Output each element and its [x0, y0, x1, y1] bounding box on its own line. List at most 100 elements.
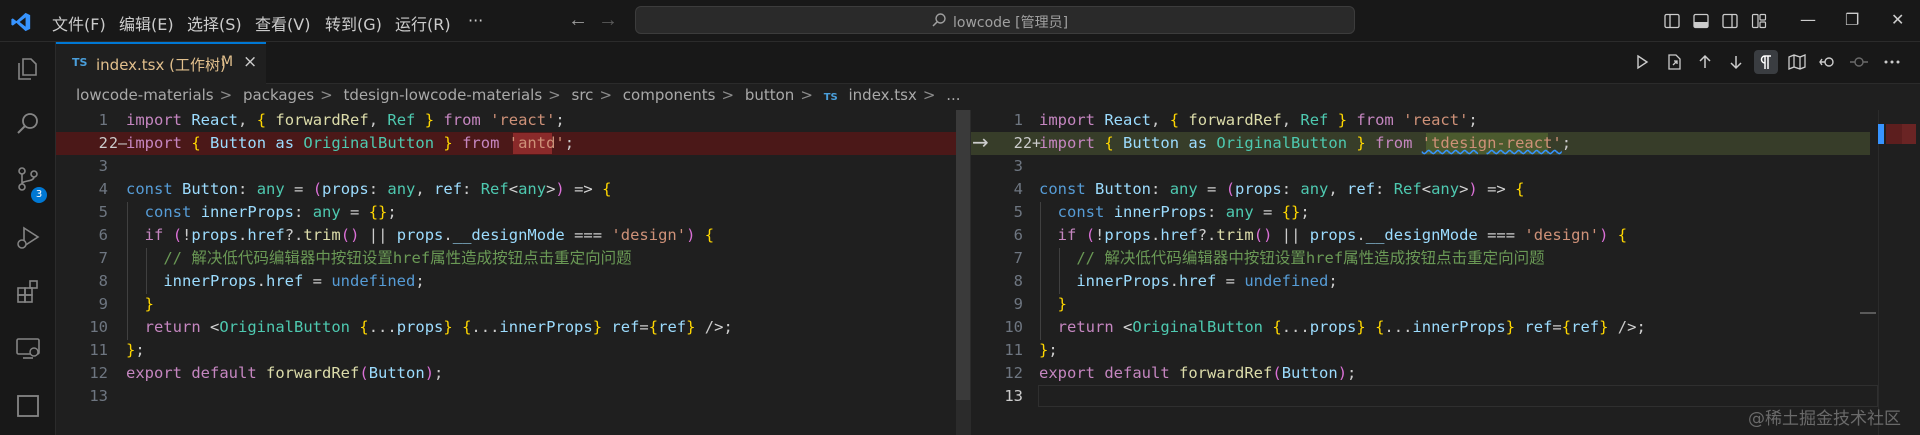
breadcrumb-item[interactable]: lowcode-materials	[76, 86, 214, 104]
code-line: // 解决低代码编辑器中按钮设置href属性造成按钮点击重定向问题	[1076, 249, 1545, 267]
restore-icon[interactable]: ❐	[1845, 10, 1859, 29]
map-icon[interactable]	[1787, 52, 1807, 72]
code-line: import React, { forwardRef, Ref } from '…	[1039, 111, 1478, 129]
code-line: const innerProps: any = {};	[1057, 203, 1310, 221]
overview-ruler-mark	[1860, 312, 1876, 314]
breadcrumb-item[interactable]: components	[623, 86, 716, 104]
minimize-icon[interactable]: —	[1800, 10, 1816, 29]
line-number: 13	[1004, 387, 1023, 405]
extensions-icon[interactable]	[14, 278, 42, 306]
breadcrumb-separator: >	[800, 86, 813, 104]
line-number: 5	[98, 203, 108, 221]
line-number: 1	[98, 111, 108, 129]
run-debug-icon[interactable]	[14, 224, 42, 252]
menu-edit[interactable]: 编辑(E)	[119, 11, 174, 35]
code-line: const Button: any = (props: any, ref: Re…	[1039, 180, 1525, 198]
overview-ruler-deleted	[1902, 124, 1916, 144]
line-number: 3	[1013, 157, 1023, 175]
line-number: 10	[1004, 318, 1023, 336]
remote-explorer-icon[interactable]	[14, 334, 42, 362]
breadcrumb: lowcode-materials > packages > tdesign-low…	[76, 86, 967, 108]
line-number: 8	[1013, 272, 1023, 290]
run-icon[interactable]	[1632, 52, 1652, 72]
menu-more[interactable]: ···	[468, 11, 483, 30]
right-scrollbar[interactable]	[1878, 110, 1920, 435]
breadcrumb-item[interactable]: packages	[243, 86, 314, 104]
code-line: innerProps.href = undefined;	[1076, 272, 1338, 290]
breadcrumb-tail[interactable]: ...	[946, 86, 960, 104]
menu-goto[interactable]: 转到(G)	[325, 11, 382, 35]
toggle-panel-icon[interactable]	[1692, 12, 1710, 30]
typescript-file-icon: TS	[72, 56, 88, 69]
tab-modified-status: M	[221, 54, 234, 70]
code-line: export default forwardRef(Button);	[1039, 364, 1357, 382]
line-number: 8	[98, 272, 108, 290]
left-scrollbar-thumb[interactable]	[956, 110, 970, 400]
line-number: 12	[89, 364, 108, 382]
search-view-icon[interactable]	[14, 110, 42, 138]
forward-arrow-icon[interactable]: →	[598, 9, 618, 32]
code-line: innerProps.href = undefined;	[163, 272, 425, 290]
typescript-file-icon: TS	[823, 92, 838, 103]
code-line: const innerProps: any = {};	[144, 203, 397, 221]
stage-change-icon[interactable]	[1849, 52, 1869, 72]
previous-change-icon[interactable]	[1695, 52, 1715, 72]
explorer-icon[interactable]	[14, 55, 42, 83]
breadcrumb-separator: >	[548, 86, 561, 104]
customize-layout-icon[interactable]	[1750, 12, 1768, 30]
vscode-logo-icon[interactable]	[10, 11, 32, 33]
line-number: 1	[1013, 111, 1023, 129]
search-text: lowcode [管理员]	[953, 15, 1069, 31]
breadcrumb-item[interactable]: button	[745, 86, 794, 104]
toggle-primary-sidebar-icon[interactable]	[1663, 12, 1681, 30]
panel-square-icon[interactable]	[14, 392, 42, 420]
toggle-secondary-sidebar-icon[interactable]	[1721, 12, 1739, 30]
pilcrow-icon[interactable]	[1756, 52, 1776, 72]
code-line: }	[1057, 295, 1068, 313]
tab-close-icon[interactable]: ×	[243, 52, 257, 72]
line-number: 5	[1013, 203, 1023, 221]
breadcrumb-item[interactable]: src	[572, 86, 594, 104]
line-number: 9	[98, 295, 108, 313]
breadcrumb-file[interactable]: index.tsx	[849, 86, 917, 104]
diff-gutter-divider	[970, 110, 971, 435]
menu-selection[interactable]: 选择(S)	[187, 11, 242, 35]
line-number: 7	[1013, 249, 1023, 267]
scm-badge: 3	[31, 187, 47, 203]
overview-ruler-cursor	[1878, 124, 1884, 144]
line-number: 3	[98, 157, 108, 175]
open-file-icon[interactable]	[1664, 52, 1684, 72]
menu-view[interactable]: 查看(V)	[255, 11, 310, 35]
code-line: const Button: any = (props: any, ref: Re…	[126, 180, 612, 198]
line-number: 7	[98, 249, 108, 267]
tab-index-tsx[interactable]: TS index.tsx (工作树) M ×	[56, 42, 266, 84]
command-center-search[interactable]: lowcode [管理员]	[635, 6, 1355, 34]
code-line: if (!props.href?.trim() || props.__desig…	[144, 226, 715, 244]
close-window-icon[interactable]: ✕	[1891, 10, 1904, 29]
menu-file[interactable]: 文件(F)	[52, 11, 106, 35]
code-line: return <OriginalButton {...props} {...in…	[1057, 318, 1646, 336]
watermark: @稀土掘金技术社区	[1748, 409, 1901, 429]
discard-changes-icon[interactable]	[1818, 52, 1838, 72]
next-change-icon[interactable]	[1726, 52, 1746, 72]
breadcrumb-separator: >	[922, 86, 936, 104]
menu-run[interactable]: 运行(R)	[395, 11, 451, 35]
breadcrumb-item[interactable]: tdesign-lowcode-materials	[343, 86, 542, 104]
tab-label: index.tsx (工作树)	[96, 56, 226, 74]
code-line: export default forwardRef(Button);	[126, 364, 444, 382]
line-number: 11	[89, 341, 108, 359]
breadcrumb-separator: >	[721, 86, 735, 104]
breadcrumb-separator: >	[320, 86, 333, 104]
line-number: 6	[1013, 226, 1023, 244]
line-number: 6	[98, 226, 108, 244]
line-number: 13	[89, 387, 108, 405]
line-number: 11	[1004, 341, 1023, 359]
title-bar: 文件(F) 编辑(E) 选择(S) 查看(V) 转到(G) 运行(R) ··· …	[0, 0, 1920, 42]
activity-bar: 3	[0, 42, 56, 435]
search-icon	[932, 13, 946, 27]
code-line: }	[144, 295, 155, 313]
code-line: if (!props.href?.trim() || props.__desig…	[1057, 226, 1628, 244]
more-actions-icon[interactable]	[1882, 52, 1902, 72]
back-arrow-icon[interactable]: ←	[568, 9, 588, 32]
line-number: 9	[1013, 295, 1023, 313]
